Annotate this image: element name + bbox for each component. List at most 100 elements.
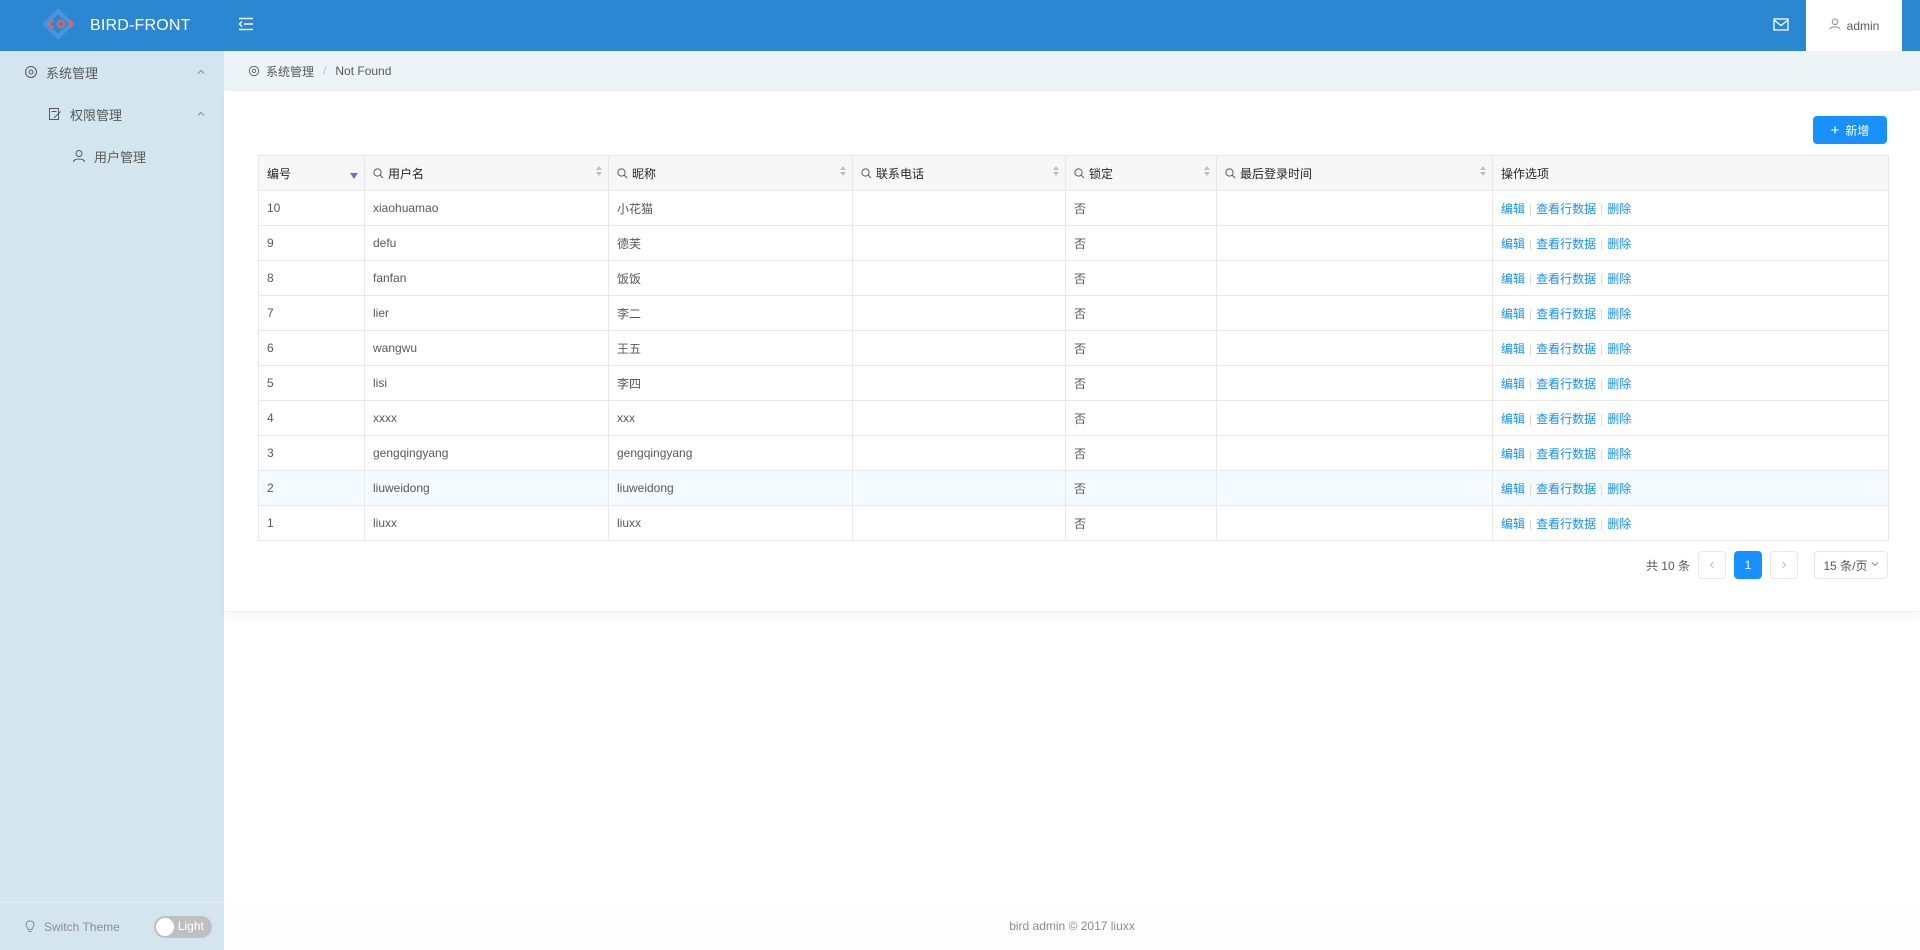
action-divider: |: [1600, 341, 1604, 356]
cell-phone: [852, 330, 1066, 366]
sort-icon[interactable]: [1204, 166, 1210, 176]
delete-link[interactable]: 删除: [1607, 412, 1631, 426]
plus-icon: +: [1830, 121, 1840, 139]
edit-link[interactable]: 编辑: [1501, 482, 1525, 496]
table-row[interactable]: 2 liuweidong liuweidong 否编辑 | 查看行数据 | 删除: [258, 470, 1889, 506]
search-icon[interactable]: [861, 167, 872, 179]
page-button[interactable]: 1: [1734, 551, 1762, 579]
view-row-link[interactable]: 查看行数据: [1536, 517, 1596, 531]
column-header-actions: 操作选项: [1492, 155, 1889, 191]
table-row[interactable]: 9 defu 德芙否编辑 | 查看行数据 | 删除: [258, 225, 1889, 261]
column-header-last-login[interactable]: 最后登录时间: [1216, 155, 1493, 191]
top-header: BIRD-FRONT admin: [0, 0, 1920, 51]
table-row[interactable]: 1 liuxx liuxx 否编辑 | 查看行数据 | 删除: [258, 505, 1889, 541]
cell-phone: [852, 435, 1066, 471]
edit-link[interactable]: 编辑: [1501, 272, 1525, 286]
table-row[interactable]: 4 xxxx xxx 否编辑 | 查看行数据 | 删除: [258, 400, 1889, 436]
view-row-link[interactable]: 查看行数据: [1536, 342, 1596, 356]
view-row-link[interactable]: 查看行数据: [1536, 377, 1596, 391]
cell-actions: 编辑 | 查看行数据 | 删除: [1492, 190, 1889, 226]
edit-link[interactable]: 编辑: [1501, 342, 1525, 356]
delete-link[interactable]: 删除: [1607, 272, 1631, 286]
action-divider: |: [1529, 236, 1533, 251]
sort-icon[interactable]: [596, 166, 602, 176]
delete-link[interactable]: 删除: [1607, 342, 1631, 356]
column-header-id[interactable]: 编号: [258, 155, 365, 191]
user-menu[interactable]: admin: [1806, 0, 1902, 51]
cell-actions: 编辑 | 查看行数据 | 删除: [1492, 260, 1889, 296]
view-row-link[interactable]: 查看行数据: [1536, 202, 1596, 216]
sidebar-item-user-management[interactable]: 用户管理: [0, 135, 224, 177]
sort-icon[interactable]: [840, 166, 846, 176]
sidebar: 系统管理 权限管理 用户管理 Switch Theme Light: [0, 51, 224, 950]
view-row-link[interactable]: 查看行数据: [1536, 412, 1596, 426]
table-row[interactable]: 6 wangwu 王五否编辑 | 查看行数据 | 删除: [258, 330, 1889, 366]
cell-actions: 编辑 | 查看行数据 | 删除: [1492, 330, 1889, 366]
cell-username: lisi: [364, 365, 609, 401]
edit-link[interactable]: 编辑: [1501, 517, 1525, 531]
view-row-link[interactable]: 查看行数据: [1536, 272, 1596, 286]
theme-toggle-label: Light: [177, 918, 204, 933]
edit-link[interactable]: 编辑: [1501, 377, 1525, 391]
column-header-phone[interactable]: 联系电话: [852, 155, 1066, 191]
sort-desc-icon[interactable]: [350, 173, 358, 179]
search-icon[interactable]: [1074, 167, 1085, 179]
delete-link[interactable]: 删除: [1607, 307, 1631, 321]
view-row-link[interactable]: 查看行数据: [1536, 307, 1596, 321]
action-divider: |: [1529, 481, 1533, 496]
search-icon[interactable]: [373, 167, 384, 179]
table-row[interactable]: 8 fanfan 饭饭否编辑 | 查看行数据 | 删除: [258, 260, 1889, 296]
logo[interactable]: BIRD-FRONT: [0, 0, 224, 51]
delete-link[interactable]: 删除: [1607, 202, 1631, 216]
cell-id: 2: [258, 470, 365, 506]
edit-link[interactable]: 编辑: [1501, 412, 1525, 426]
edit-link[interactable]: 编辑: [1501, 237, 1525, 251]
setting-icon: [248, 65, 260, 77]
chevron-left-icon: [1708, 558, 1716, 572]
table-row[interactable]: 5 lisi 李四否编辑 | 查看行数据 | 删除: [258, 365, 1889, 401]
search-icon[interactable]: [617, 167, 628, 179]
cell-locked: 否: [1065, 260, 1217, 296]
delete-link[interactable]: 删除: [1607, 237, 1631, 251]
table-row[interactable]: 10 xiaohuamao 小花猫否编辑 | 查看行数据 | 删除: [258, 190, 1889, 226]
sort-icon[interactable]: [1053, 166, 1059, 176]
sort-icon[interactable]: [1480, 166, 1486, 176]
edit-link[interactable]: 编辑: [1501, 202, 1525, 216]
cell-last-login: [1216, 295, 1493, 331]
cell-locked: 否: [1065, 470, 1217, 506]
mail-button[interactable]: [1756, 0, 1806, 51]
view-row-link[interactable]: 查看行数据: [1536, 237, 1596, 251]
user-name: admin: [1846, 18, 1880, 33]
delete-link[interactable]: 删除: [1607, 447, 1631, 461]
breadcrumb-root[interactable]: 系统管理: [266, 63, 314, 80]
cell-phone: [852, 225, 1066, 261]
cell-last-login: [1216, 225, 1493, 261]
add-button[interactable]: + 新增: [1813, 116, 1887, 144]
view-row-link[interactable]: 查看行数据: [1536, 482, 1596, 496]
table-row[interactable]: 7 lier 李二否编辑 | 查看行数据 | 删除: [258, 295, 1889, 331]
column-header-nickname[interactable]: 昵称: [608, 155, 853, 191]
page-size-select[interactable]: 15 条/页: [1814, 551, 1888, 579]
menu-toggle-button[interactable]: [226, 0, 266, 51]
form-icon: [48, 107, 62, 121]
pagination: 共 10 条 1 15 条/页: [1646, 551, 1888, 579]
cell-nickname: xxx: [608, 400, 853, 436]
edit-link[interactable]: 编辑: [1501, 447, 1525, 461]
prev-page-button[interactable]: [1698, 551, 1726, 579]
delete-link[interactable]: 删除: [1607, 482, 1631, 496]
column-header-locked[interactable]: 锁定: [1065, 155, 1217, 191]
action-divider: |: [1529, 376, 1533, 391]
cell-username: liuxx: [364, 505, 609, 541]
column-header-username[interactable]: 用户名: [364, 155, 609, 191]
view-row-link[interactable]: 查看行数据: [1536, 447, 1596, 461]
table-row[interactable]: 3 gengqingyang gengqingyang 否编辑 | 查看行数据 | 删除: [258, 435, 1889, 471]
sidebar-item-permission-management[interactable]: 权限管理: [0, 93, 224, 135]
search-icon[interactable]: [1225, 167, 1236, 179]
cell-nickname: 德芙: [608, 225, 853, 261]
edit-link[interactable]: 编辑: [1501, 307, 1525, 321]
sidebar-item-system-management[interactable]: 系统管理: [0, 51, 224, 93]
delete-link[interactable]: 删除: [1607, 517, 1631, 531]
delete-link[interactable]: 删除: [1607, 377, 1631, 391]
next-page-button[interactable]: [1770, 551, 1798, 579]
theme-toggle[interactable]: Light: [153, 915, 212, 938]
